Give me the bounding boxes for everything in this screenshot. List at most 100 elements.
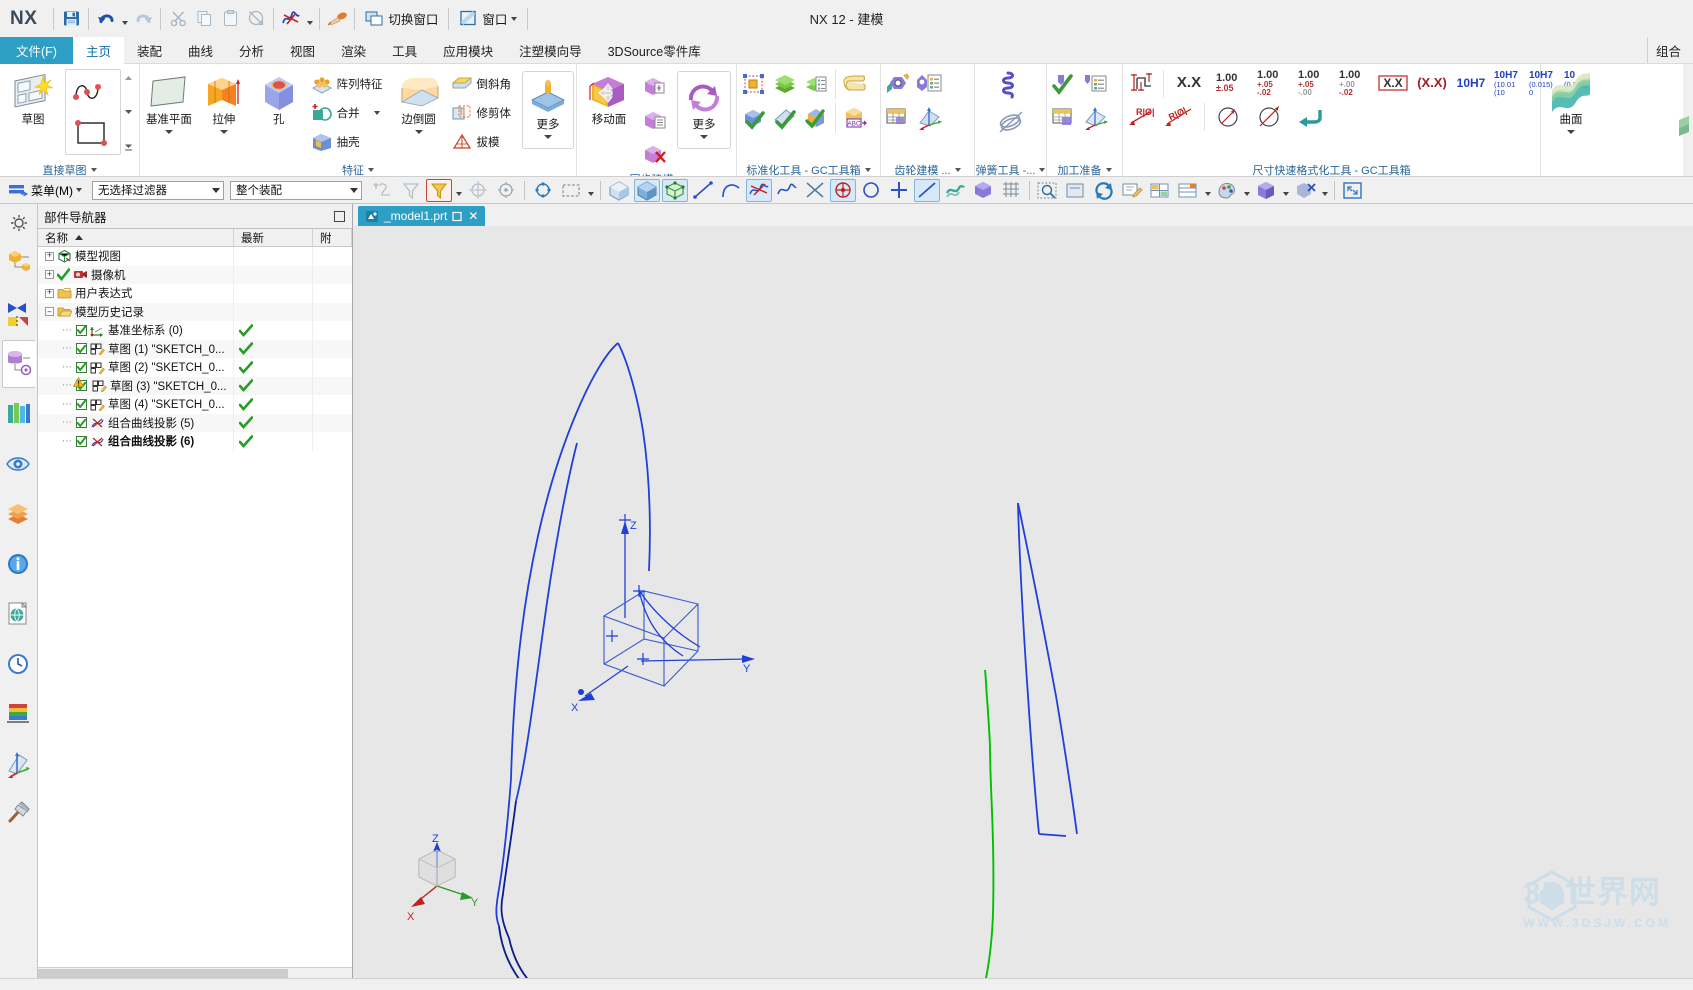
table-row[interactable]: ⋯ 组合曲线投影 (6): [38, 432, 352, 451]
window-menu-button[interactable]: 窗口: [453, 5, 523, 33]
row-checkbox[interactable]: [76, 343, 87, 355]
abc-button[interactable]: ABC: [840, 101, 870, 134]
3d-viewport[interactable]: Z Y X Z Y X 3D世界网 WWW.3DSJW.COM: [353, 226, 1693, 978]
mach-csys-button[interactable]: [1080, 101, 1110, 134]
dim-10h7-button[interactable]: 10H7: [1453, 66, 1489, 99]
tab-application[interactable]: 应用模块: [430, 37, 506, 64]
save-button[interactable]: [58, 6, 84, 32]
select-filter-dropdown[interactable]: [454, 179, 463, 202]
delete-face-button[interactable]: [640, 138, 670, 171]
redo-button[interactable]: [130, 6, 156, 32]
tab-assembly[interactable]: 装配: [124, 37, 175, 64]
rotate-button[interactable]: [1091, 179, 1117, 202]
view-style-button[interactable]: [634, 178, 660, 202]
table-row[interactable]: ⋯ 草图 (2) "SKETCH_0...: [38, 358, 352, 377]
table-row[interactable]: + 模型视图: [38, 247, 352, 266]
group-label-standardization[interactable]: 标准化工具 - GC工具箱: [739, 162, 878, 176]
hide-button[interactable]: [1292, 179, 1318, 202]
menu-button[interactable]: 菜单(M): [4, 179, 86, 201]
select-filter-button[interactable]: [398, 179, 424, 202]
group-label-sync[interactable]: 同步建模: [579, 171, 734, 177]
hole-button[interactable]: 孔: [252, 67, 306, 127]
layers-dropdown[interactable]: [1203, 179, 1212, 202]
table-row[interactable]: ⋯ 草图 (1) "SKETCH_0...: [38, 339, 352, 358]
diameter-dim2-button[interactable]: [1250, 100, 1290, 133]
column-header-attach[interactable]: 附: [313, 229, 352, 246]
select-rect-button[interactable]: [558, 179, 584, 202]
tag-button[interactable]: [840, 67, 870, 100]
radius-dim2-button[interactable]: R|Ø|: [1160, 100, 1200, 133]
check-sketch-button[interactable]: [770, 101, 800, 134]
add-point-button[interactable]: [886, 179, 912, 202]
row-checkbox[interactable]: [76, 398, 87, 410]
paint-icon[interactable]: [324, 6, 350, 32]
gear-table-button[interactable]: [883, 101, 913, 134]
gallery-expand[interactable]: [123, 141, 134, 152]
table-row[interactable]: + 摄像机: [38, 265, 352, 284]
check-tool-button[interactable]: [1049, 67, 1079, 100]
group-label-direct-sketch[interactable]: 直接草图: [2, 162, 137, 176]
table-row[interactable]: + 用户表达式: [38, 284, 352, 303]
zoom-fit-button[interactable]: [1035, 179, 1061, 202]
snap-point-button[interactable]: [465, 179, 491, 202]
tab-file[interactable]: 文件(F): [0, 37, 73, 64]
unite-button[interactable]: 合并: [307, 98, 387, 127]
spline-button[interactable]: [774, 179, 800, 202]
dim-chain-button[interactable]: [1125, 66, 1159, 99]
sidebar-item-roles[interactable]: [2, 740, 36, 788]
radius-dim-button[interactable]: R|Ø|: [1125, 100, 1159, 133]
undo-dropdown[interactable]: [119, 6, 130, 32]
group-label-gear[interactable]: 齿轮建模 ...: [883, 162, 972, 176]
switch-window-button[interactable]: 切换窗口: [359, 5, 444, 33]
hide-dropdown[interactable]: [1320, 179, 1329, 202]
edge-blend-button[interactable]: 边倒圆: [392, 67, 446, 134]
dim-tol1-button[interactable]: 1.00 ±.05: [1211, 66, 1251, 99]
tab-analysis[interactable]: 分析: [226, 37, 277, 64]
curve-tool-icon[interactable]: [278, 6, 304, 32]
undo-button[interactable]: [93, 6, 119, 32]
tab-home[interactable]: 主页: [72, 37, 124, 65]
move-face-button[interactable]: 移动面: [579, 67, 639, 127]
expander-icon[interactable]: +: [45, 251, 54, 261]
gear-button[interactable]: [883, 67, 913, 100]
snap-center-button[interactable]: [493, 179, 519, 202]
row-checkbox-warning[interactable]: [73, 377, 89, 392]
document-tab[interactable]: _model1.prt ✕: [358, 206, 486, 226]
zoom-window-button[interactable]: [1063, 179, 1089, 202]
view-shaded-button[interactable]: [606, 179, 632, 202]
layers-button[interactable]: [770, 67, 800, 100]
line-draw-button[interactable]: [914, 178, 940, 202]
column-header-name[interactable]: 名称: [38, 229, 234, 246]
row-checkbox[interactable]: [76, 435, 87, 447]
dim-boxed-button[interactable]: X.X: [1375, 66, 1411, 99]
tab-combine[interactable]: 组合: [1646, 37, 1689, 64]
project-curve-button[interactable]: [830, 178, 856, 202]
tab-tools[interactable]: 工具: [379, 37, 430, 64]
sketch-gallery[interactable]: [65, 69, 121, 155]
table-row[interactable]: ⋯ 组合曲线投影 (5): [38, 413, 352, 432]
chevron-down-icon[interactable]: [219, 130, 228, 134]
color-button[interactable]: [1214, 179, 1240, 202]
gallery-scroll-down[interactable]: [123, 107, 134, 118]
pattern-feature-button[interactable]: 阵列特征: [307, 69, 387, 98]
column-header-newest[interactable]: 最新: [234, 229, 313, 246]
coil-button[interactable]: [996, 67, 1026, 103]
gear-csys-button[interactable]: [914, 101, 944, 134]
annotate-button[interactable]: [1119, 179, 1145, 202]
maximize-icon[interactable]: [452, 211, 463, 222]
draft-button[interactable]: 拔模: [447, 127, 516, 156]
dim-tol3-button[interactable]: 1.00 +.05 -.00: [1293, 66, 1333, 99]
row-checkbox[interactable]: [76, 324, 87, 336]
chevron-down-icon[interactable]: [373, 110, 380, 115]
resource-settings-button[interactable]: [2, 208, 36, 238]
snap-quadrant-button[interactable]: [530, 179, 556, 202]
surface-button[interactable]: 曲面: [1543, 67, 1599, 134]
chamfer-button[interactable]: 倒斜角: [447, 69, 516, 98]
static-wireframe-button[interactable]: [662, 178, 688, 202]
sidebar-item-reuse-library[interactable]: [2, 390, 36, 438]
body-tool-button[interactable]: [970, 179, 996, 202]
table-row[interactable]: ⋯ 基准坐标系 (0): [38, 321, 352, 340]
gallery-scroll[interactable]: [122, 69, 135, 155]
tool-list-button[interactable]: [1080, 67, 1110, 100]
chevron-down-icon[interactable]: [700, 135, 708, 139]
